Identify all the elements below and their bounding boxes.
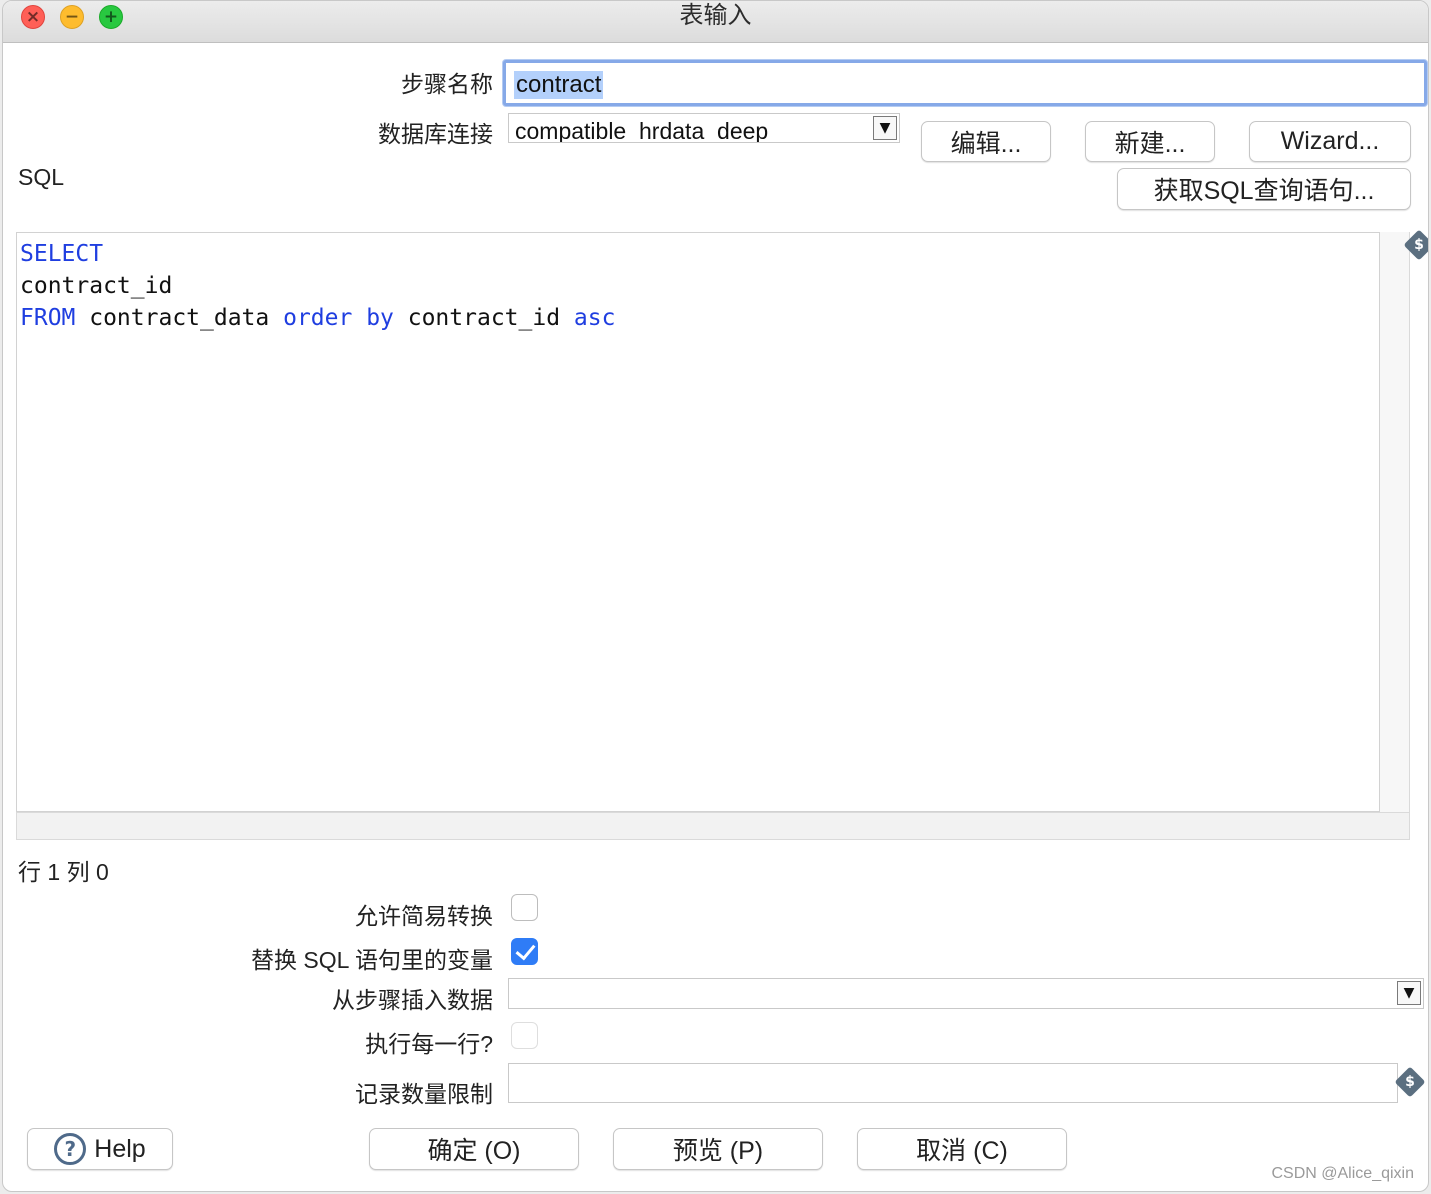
cursor-position: 行 1 列 0: [18, 859, 109, 885]
db-connection-label: 数据库连接: [378, 121, 493, 147]
edit-connection-button[interactable]: 编辑...: [921, 121, 1051, 162]
title-bar: × − + 表输入: [3, 1, 1428, 43]
step-name-label: 步骤名称: [401, 71, 493, 97]
sql-text: contract_data: [75, 305, 284, 331]
execute-each-row-checkbox[interactable]: [511, 1022, 538, 1049]
insert-from-step-select[interactable]: ▼: [508, 978, 1424, 1009]
replace-variables-checkbox[interactable]: [511, 938, 538, 965]
limit-label: 记录数量限制: [355, 1081, 493, 1107]
execute-each-row-label: 执行每一行?: [365, 1031, 493, 1057]
sql-keyword: order by: [283, 305, 394, 331]
help-icon: ?: [54, 1133, 87, 1165]
db-connection-value: compatible_hrdata_deep: [515, 118, 769, 143]
limit-input[interactable]: [508, 1063, 1398, 1103]
sql-horizontal-scrollbar[interactable]: [16, 812, 1410, 840]
watermark: CSDN @Alice_qixin: [1271, 1165, 1414, 1182]
lazy-conversion-label: 允许简易转换: [355, 903, 493, 929]
db-connection-select[interactable]: compatible_hrdata_deep ▼: [508, 113, 900, 143]
step-name-value: contract: [514, 71, 604, 99]
sql-line-1: SELECT: [20, 238, 103, 270]
wizard-button[interactable]: Wizard...: [1249, 121, 1411, 162]
sql-keyword: asc: [573, 305, 616, 331]
sql-editor[interactable]: SELECT contract_id FROM contract_data or…: [16, 232, 1380, 812]
sql-line-2: contract_id: [20, 273, 173, 299]
variable-icon[interactable]: $: [1403, 229, 1428, 261]
cancel-button[interactable]: 取消 (C): [857, 1128, 1067, 1170]
table-input-dialog: × − + 表输入 步骤名称 contract 数据库连接 compatible…: [2, 0, 1429, 1192]
sql-vertical-scrollbar[interactable]: [1380, 232, 1410, 812]
sql-text: contract_id: [393, 305, 574, 331]
help-button[interactable]: ? Help: [27, 1128, 173, 1170]
preview-button[interactable]: 预览 (P): [613, 1128, 823, 1170]
help-button-label: Help: [94, 1134, 146, 1163]
dropdown-arrow-icon[interactable]: ▼: [1397, 981, 1421, 1005]
ok-button[interactable]: 确定 (O): [369, 1128, 579, 1170]
step-name-input[interactable]: contract: [503, 60, 1427, 106]
dropdown-arrow-icon[interactable]: ▼: [873, 116, 897, 140]
sql-keyword: FROM: [20, 305, 76, 331]
replace-variables-label: 替换 SQL 语句里的变量: [251, 947, 493, 973]
get-sql-query-button[interactable]: 获取SQL查询语句...: [1117, 168, 1411, 210]
window-title: 表输入: [679, 2, 752, 29]
sql-keyword: SELECT: [20, 241, 104, 267]
variable-icon[interactable]: $: [1394, 1066, 1426, 1098]
insert-from-step-label: 从步骤插入数据: [332, 987, 493, 1013]
sql-label: SQL: [18, 164, 65, 190]
lazy-conversion-checkbox[interactable]: [511, 894, 538, 921]
sql-line-3: FROM contract_data order by contract_id …: [20, 302, 615, 334]
new-connection-button[interactable]: 新建...: [1085, 121, 1215, 162]
